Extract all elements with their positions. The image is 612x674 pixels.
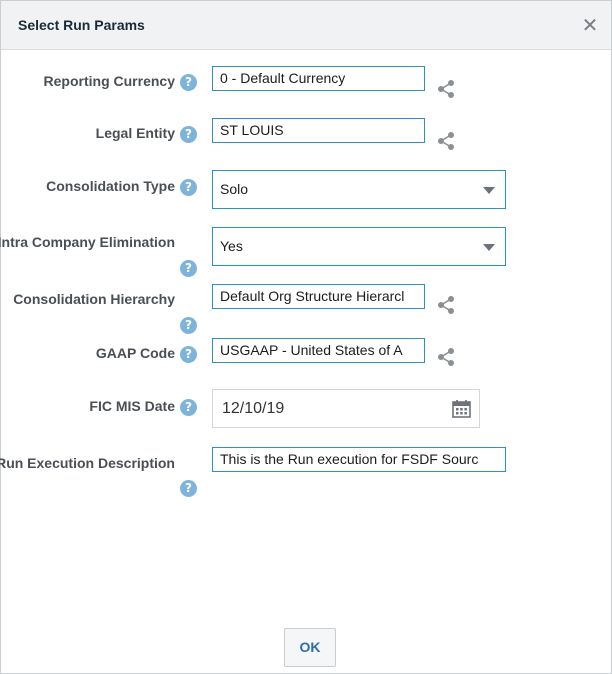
run-execution-description-input[interactable]: This is the Run execution for FSDF Sourc <box>212 447 506 472</box>
reporting-currency-input[interactable]: 0 - Default Currency <box>212 66 425 91</box>
fic-mis-date-label: FIC MIS Date <box>89 398 175 414</box>
consolidation-hierarchy-label: Consolidation Hierarchy <box>13 291 175 307</box>
consolidation-type-value: Solo <box>220 181 249 197</box>
hierarchy-icon[interactable] <box>437 131 457 151</box>
close-icon[interactable]: ✕ <box>581 15 599 35</box>
gaap-code-input[interactable]: USGAAP - United States of A <box>212 338 425 363</box>
hierarchy-icon[interactable] <box>437 79 457 99</box>
hierarchy-icon[interactable] <box>437 295 457 315</box>
hierarchy-icon[interactable] <box>437 347 457 367</box>
dialog-title-bar: Select Run Params ✕ <box>1 1 611 50</box>
help-icon[interactable]: ? <box>180 74 197 91</box>
help-icon[interactable]: ? <box>180 480 197 497</box>
ok-button[interactable]: OK <box>284 628 336 667</box>
help-icon[interactable]: ? <box>180 346 197 363</box>
fic-mis-date-value: 12/10/19 <box>222 400 285 417</box>
intra-company-elimination-select[interactable]: Yes <box>212 227 506 266</box>
chevron-down-icon <box>483 244 495 251</box>
consolidation-type-label: Consolidation Type <box>46 178 175 194</box>
legal-entity-label: Legal Entity <box>95 125 175 141</box>
run-execution-description-label: Run Execution Description <box>0 455 175 471</box>
dialog-title: Select Run Params <box>18 17 145 33</box>
consolidation-hierarchy-input[interactable]: Default Org Structure Hierarcl <box>212 284 425 309</box>
select-run-params-dialog: Select Run Params ✕ Reporting Currency ?… <box>0 0 612 674</box>
consolidation-type-select[interactable]: Solo <box>212 170 506 209</box>
calendar-icon[interactable] <box>452 399 471 418</box>
fic-mis-date-input[interactable]: 12/10/19 <box>212 389 480 428</box>
chevron-down-icon <box>483 187 495 194</box>
intra-company-elimination-value: Yes <box>220 238 243 254</box>
intra-company-elimination-label: Intra Company Elimination <box>0 234 175 250</box>
reporting-currency-label: Reporting Currency <box>43 73 175 89</box>
help-icon[interactable]: ? <box>180 179 197 196</box>
legal-entity-input[interactable]: ST LOUIS <box>212 118 425 143</box>
gaap-code-label: GAAP Code <box>95 345 175 361</box>
help-icon[interactable]: ? <box>180 260 197 277</box>
help-icon[interactable]: ? <box>180 126 197 143</box>
help-icon[interactable]: ? <box>180 317 197 334</box>
help-icon[interactable]: ? <box>180 399 197 416</box>
